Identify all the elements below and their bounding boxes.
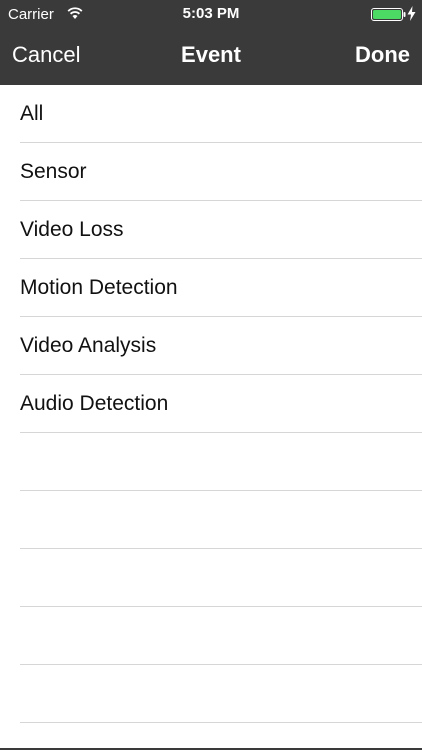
event-option-video-loss[interactable]: Video Loss [0, 201, 422, 259]
event-option-label: Video Analysis [20, 334, 157, 357]
empty-row [0, 607, 422, 665]
event-option-all[interactable]: All [0, 85, 422, 143]
charging-bolt-icon [407, 6, 416, 21]
event-option-label: All [20, 102, 44, 125]
event-option-audio-detection[interactable]: Audio Detection [0, 375, 422, 433]
battery-icon [371, 8, 406, 21]
navigation-bar: Cancel Event Done [0, 28, 422, 85]
empty-row [0, 665, 422, 723]
empty-row [0, 433, 422, 491]
event-option-label: Motion Detection [20, 276, 178, 299]
event-option-label: Video Loss [20, 218, 124, 241]
empty-row [0, 549, 422, 607]
event-option-label: Sensor [20, 160, 87, 183]
done-button[interactable]: Done [355, 42, 410, 68]
event-option-motion-detection[interactable]: Motion Detection [0, 259, 422, 317]
empty-row [0, 491, 422, 549]
status-time: 5:03 PM [182, 5, 240, 22]
event-option-video-analysis[interactable]: Video Analysis [0, 317, 422, 375]
event-option-sensor[interactable]: Sensor [0, 143, 422, 201]
event-list: All Sensor Video Loss Motion Detection V… [0, 85, 422, 750]
event-picker-screen: Carrier 5:03 PM Cancel Event Done All Se… [0, 0, 422, 750]
event-option-label: Audio Detection [20, 392, 169, 415]
status-bar: Carrier 5:03 PM [0, 0, 422, 28]
